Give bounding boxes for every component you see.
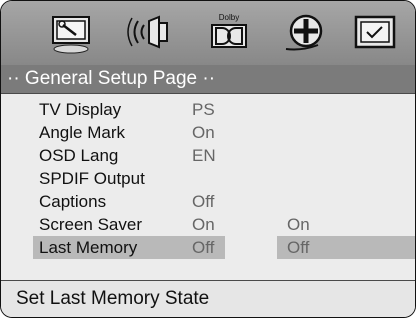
setup-menu-panel: Dolby ·· General Setup Page ·· TV Displa… — [0, 0, 416, 318]
setting-label: TV Display — [39, 100, 122, 119]
setting-row-last-memory[interactable]: Last Memory Off Off — [1, 236, 415, 259]
setting-value: Off — [192, 192, 215, 211]
speaker-audio-icon[interactable] — [127, 9, 175, 55]
page-title: ·· General Setup Page ·· — [7, 68, 216, 89]
setting-value: On — [192, 215, 215, 234]
setting-value: EN — [192, 146, 216, 165]
page-title-bar: ·· General Setup Page ·· — [1, 65, 415, 94]
status-bar: Set Last Memory State — [1, 280, 415, 317]
setting-label: Captions — [39, 192, 107, 211]
film-reel-icon[interactable] — [282, 9, 330, 55]
settings-list: TV Display PS Angle Mark On OSD Lang EN … — [1, 94, 415, 280]
setting-row-captions[interactable]: Captions Off — [1, 190, 415, 213]
status-text: Set Last Memory State — [16, 288, 210, 309]
setting-value: PS — [192, 100, 215, 119]
option-on[interactable]: On — [287, 213, 310, 236]
setting-row-angle-mark[interactable]: Angle Mark On — [1, 121, 415, 144]
setting-row-osd-lang[interactable]: OSD Lang EN — [1, 144, 415, 167]
setting-value: On — [192, 123, 215, 142]
setting-label: SPDIF Output — [39, 169, 145, 188]
setting-label: OSD Lang — [39, 146, 119, 165]
setting-row-spdif-output[interactable]: SPDIF Output — [1, 167, 415, 190]
dolby-icon[interactable]: Dolby — [205, 9, 253, 55]
dolby-label: Dolby — [219, 13, 239, 22]
wrench-icon[interactable] — [47, 9, 95, 55]
setup-tab-bar: Dolby — [1, 1, 415, 66]
setting-row-screen-saver[interactable]: Screen Saver On On — [1, 213, 415, 236]
setting-row-tv-display[interactable]: TV Display PS — [1, 98, 415, 121]
setting-value: Off — [192, 238, 215, 257]
option-off[interactable]: Off — [287, 236, 309, 259]
setting-label: Angle Mark — [39, 123, 125, 142]
setting-label: Screen Saver — [39, 215, 142, 234]
checkbox-preferences-icon[interactable] — [351, 9, 399, 55]
setting-label: Last Memory — [39, 238, 138, 257]
